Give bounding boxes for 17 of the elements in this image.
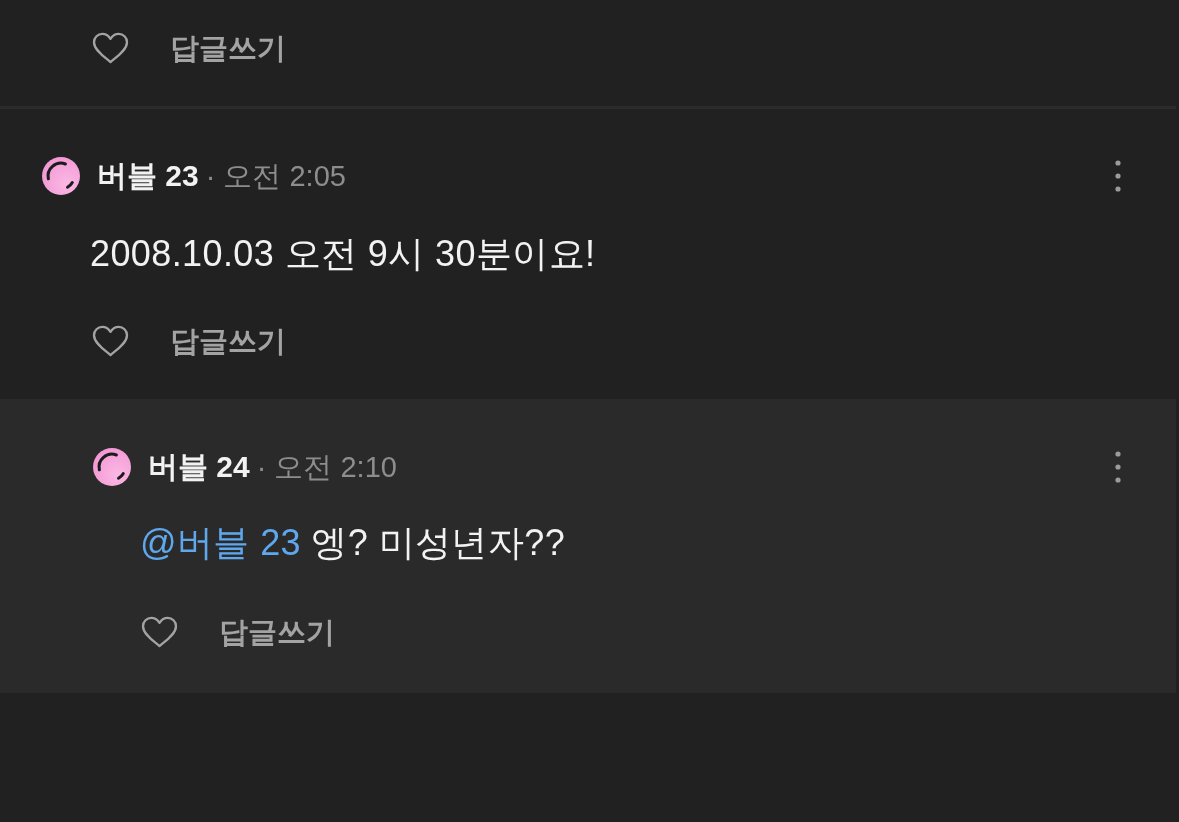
comment-timestamp: · 오전 2:10	[256, 450, 397, 485]
comment-text: 2008.10.03 오전 9시 30분이요!	[90, 233, 597, 275]
reply-button[interactable]: 답글쓰기	[219, 612, 335, 652]
reply-button[interactable]: 답글쓰기	[170, 321, 286, 361]
more-options-icon[interactable]	[1115, 451, 1121, 483]
heart-icon[interactable]	[92, 32, 129, 64]
author-name: 버블 23	[97, 158, 199, 194]
bubble-avatar-icon	[93, 448, 131, 486]
heart-icon[interactable]	[141, 616, 178, 648]
comment-timestamp: · 오전 2:05	[205, 159, 346, 194]
author-name: 버블 24	[148, 449, 250, 485]
heart-icon[interactable]	[92, 325, 129, 357]
more-options-icon[interactable]	[1115, 160, 1121, 192]
bubble-avatar-icon	[42, 157, 80, 195]
mention-link[interactable]: @버블 23	[140, 522, 301, 563]
comment-text: @버블 23 엥? 미성년자??	[140, 522, 567, 564]
reply-button[interactable]: 답글쓰기	[170, 28, 286, 68]
